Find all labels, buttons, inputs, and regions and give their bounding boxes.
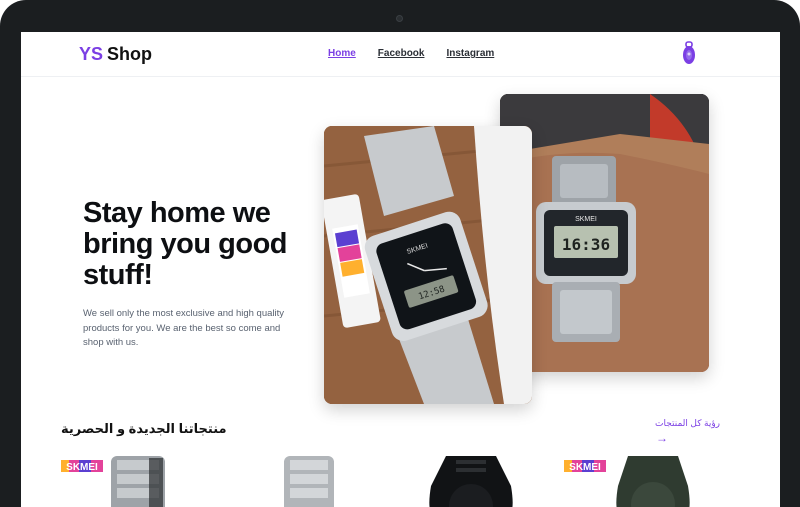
hero-title: Stay home we bring you good stuff! xyxy=(83,197,288,291)
watch-thumbnail xyxy=(284,456,334,507)
product-card[interactable]: SKMEI xyxy=(61,454,221,507)
nav-link-home[interactable]: Home xyxy=(328,48,356,59)
brand-logo-icon: SKMEI xyxy=(61,460,103,472)
arrow-right-icon[interactable]: → xyxy=(656,431,668,445)
product-card[interactable] xyxy=(416,454,576,507)
camera-dot xyxy=(396,15,403,22)
nav-link-instagram[interactable]: Instagram xyxy=(446,48,494,59)
watch-thumbnail xyxy=(111,456,165,507)
product-card[interactable] xyxy=(266,454,426,507)
site-logo[interactable]: YS Shop xyxy=(79,44,152,65)
svg-text:SKMEI: SKMEI xyxy=(66,462,98,472)
shopping-bag-icon[interactable] xyxy=(681,40,697,66)
brand-logo-icon: SKMEI xyxy=(564,460,606,472)
browser-screen: YS Shop Home Facebook Instagram Stay home… xyxy=(21,32,780,507)
top-navbar: YS Shop Home Facebook Instagram xyxy=(21,32,780,77)
logo-name: Shop xyxy=(107,44,153,64)
view-all-products-link[interactable]: رؤية كل المنتجات xyxy=(655,418,720,429)
nav-link-facebook[interactable]: Facebook xyxy=(378,48,425,59)
products-section-title: منتجاتنا الجديدة و الحصرية xyxy=(61,421,227,436)
svg-text:SKMEI: SKMEI xyxy=(575,216,597,223)
watch-thumbnail xyxy=(616,456,690,507)
logo-prefix: YS xyxy=(79,44,104,64)
laptop-bezel: YS Shop Home Facebook Instagram Stay home… xyxy=(0,0,800,507)
hero-description: We sell only the most exclusive and high… xyxy=(83,308,285,348)
svg-text:SKMEI: SKMEI xyxy=(569,462,601,472)
svg-text:16:36: 16:36 xyxy=(562,235,610,254)
product-card[interactable]: SKMEI xyxy=(564,454,724,507)
nav-links: Home Facebook Instagram xyxy=(328,48,494,59)
product-photo-table: SKMEI 12:58 xyxy=(324,126,532,404)
watch-thumbnail xyxy=(429,456,513,507)
